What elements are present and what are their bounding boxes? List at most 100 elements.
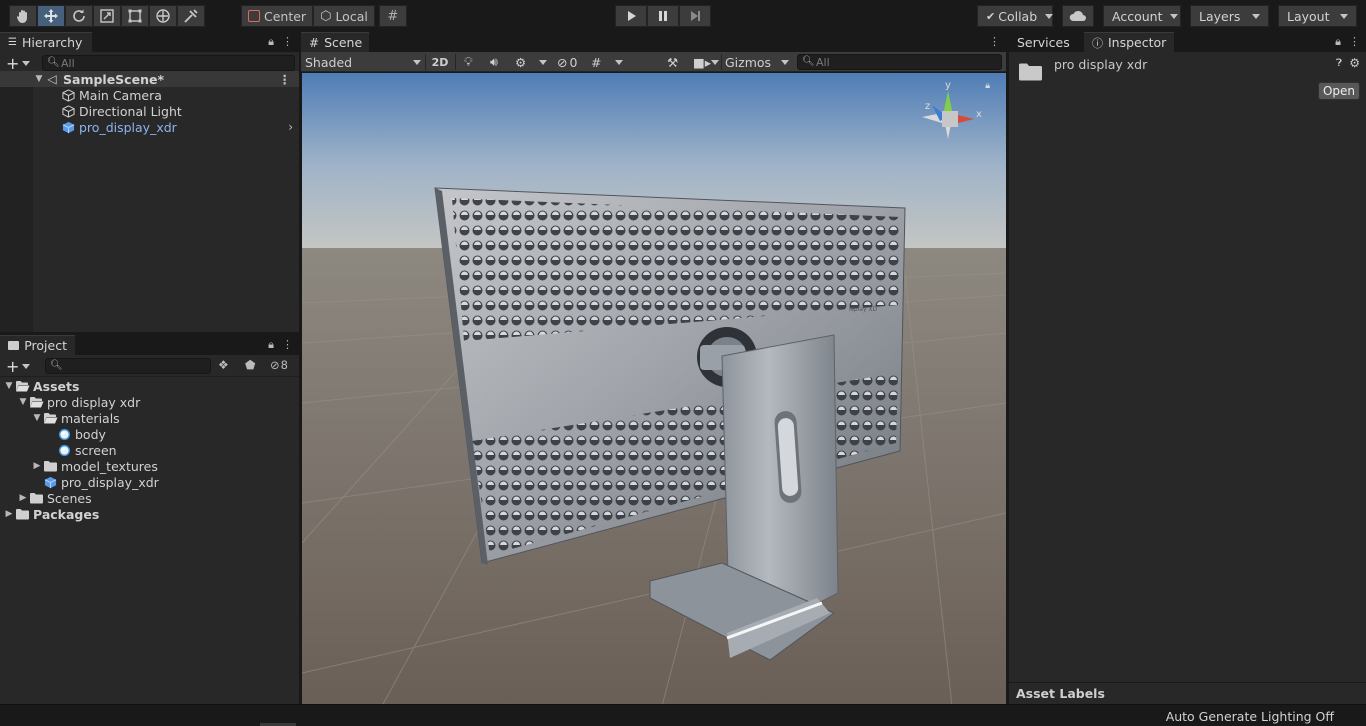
layers-dropdown[interactable]: Layers [1190, 5, 1269, 27]
pivot-mode-button[interactable]: Center [241, 5, 314, 27]
more-options-icon[interactable]: ⋮ [989, 35, 1000, 48]
project-subbar: + 🔍︎ ❖ ⬟ ⊘ 8 [0, 355, 299, 377]
asset-labels-title: Asset Labels [1016, 686, 1105, 701]
search-by-type-icon[interactable]: ❖ [218, 358, 229, 372]
project-tree-item[interactable]: body [0, 426, 299, 442]
expanded-arrow-icon[interactable]: ▼ [4, 381, 14, 391]
eye-slash-icon: ⊘ [270, 358, 280, 372]
gameobject-icon [60, 88, 76, 102]
tab-scene[interactable]: # Scene [301, 32, 369, 52]
tab-hierarchy[interactable]: ☰ Hierarchy [0, 32, 92, 52]
open-button[interactable]: Open [1318, 82, 1360, 100]
effects-dropdown[interactable] [539, 52, 547, 72]
hierarchy-item[interactable]: pro_display_xdr › [0, 119, 299, 135]
move-tool-button[interactable] [37, 5, 65, 27]
lighting-toggle[interactable]: 💡︎ [464, 52, 473, 72]
step-button[interactable] [679, 5, 711, 27]
rotate-tool-button[interactable] [65, 5, 93, 27]
tab-project[interactable]: Project [0, 335, 75, 355]
folder-open-icon [42, 411, 58, 425]
lightbulb-icon: 💡︎ [464, 54, 473, 69]
transform-tool-button[interactable] [149, 5, 177, 27]
scale-tool-button[interactable] [93, 5, 121, 27]
project-tree-item[interactable]: screen [0, 442, 299, 458]
scene-viewport[interactable]: isplay XD y x z 🔒︎ [302, 73, 1006, 706]
status-text[interactable]: Auto Generate Lighting Off [1166, 709, 1334, 724]
shading-mode-dropdown[interactable]: Shaded [305, 52, 421, 72]
tab-inspector[interactable]: ⓘ Inspector [1084, 32, 1174, 52]
project-tree-item[interactable]: ▶ model_textures [0, 458, 299, 474]
pause-button[interactable] [647, 5, 679, 27]
collab-dropdown[interactable]: ✔ Collab [977, 5, 1054, 27]
2d-label: 2D [431, 55, 449, 69]
project-tabbar: Project 🔒︎ ⋮ [0, 335, 299, 355]
gizmos-dropdown[interactable]: Gizmos [725, 52, 789, 72]
search-by-label-icon[interactable]: ⬟ [245, 358, 255, 372]
audio-toggle[interactable]: 🔊︎ [490, 52, 498, 72]
grid-toggle[interactable]: # [591, 52, 601, 72]
project-tree-item[interactable]: ▶ Scenes [0, 490, 299, 506]
camera-settings-button[interactable]: ■▸ [693, 52, 711, 72]
rect-tool-button[interactable] [121, 5, 149, 27]
expanded-arrow-icon[interactable]: ▼ [18, 397, 28, 407]
layout-dropdown[interactable]: Layout [1278, 5, 1357, 27]
main-toolbar: Center ⬡ Local # ✔ Collab Account Layers… [0, 0, 1366, 32]
play-button[interactable] [615, 5, 647, 27]
more-options-icon[interactable]: ⋮ [1349, 35, 1360, 49]
folder-open-icon [14, 379, 30, 393]
project-tree-item[interactable]: pro_display_xdr [0, 474, 299, 490]
2d-mode-toggle[interactable]: 2D [429, 52, 451, 72]
scene-hidden-count: 0 [569, 54, 578, 70]
pivot-space-button[interactable]: ⬡ Local [313, 5, 375, 27]
collapsed-arrow-icon[interactable]: ▶ [4, 509, 14, 519]
lock-icon[interactable]: 🔒︎ [268, 338, 274, 352]
grid-dropdown[interactable] [615, 52, 623, 72]
lock-icon[interactable]: 🔒︎ [985, 81, 990, 91]
camera-dropdown[interactable] [711, 52, 719, 72]
hierarchy-item[interactable]: Main Camera [0, 87, 299, 103]
project-tree-item[interactable]: ▼ Assets [0, 378, 299, 394]
collapsed-arrow-icon[interactable]: ▶ [32, 461, 42, 471]
asset-labels-header[interactable]: Asset Labels [1009, 682, 1366, 704]
scene-search-input[interactable]: 🔍︎ All [797, 54, 1002, 70]
project-tree-item-label: body [75, 426, 106, 442]
tab-services[interactable]: Services [1009, 32, 1084, 52]
pivot-space-label: Local [335, 8, 368, 24]
project-search-input[interactable]: 🔍︎ [45, 358, 211, 374]
folder-tab-icon [8, 341, 20, 350]
info-icon: ⓘ [1092, 36, 1103, 50]
more-options-icon[interactable]: ⋮ [282, 338, 293, 352]
folder-open-icon [28, 395, 44, 409]
hidden-objects-toggle[interactable]: ⊘ 0 [557, 52, 577, 72]
project-tree-item[interactable]: ▼ pro display xdr [0, 394, 299, 410]
chevron-right-icon[interactable]: › [288, 120, 293, 134]
more-options-icon[interactable]: ⋮ [279, 72, 292, 87]
project-tab-icons: 🔒︎ ⋮ [268, 338, 293, 352]
create-asset-dropdown[interactable]: + [6, 357, 31, 376]
settings-gear-icon[interactable]: ⚙ [1349, 56, 1360, 70]
scene-row[interactable]: ▼ ◁ SampleScene* ⋮ [0, 71, 299, 87]
cloud-button[interactable] [1062, 5, 1094, 27]
hierarchy-item[interactable]: Directional Light [0, 103, 299, 119]
collapsed-arrow-icon[interactable]: ▶ [18, 493, 28, 503]
effects-toggle[interactable]: ⚙ [515, 52, 526, 72]
hierarchy-search-input[interactable]: 🔍︎ All [42, 55, 295, 71]
scene-tools-button[interactable]: ⚒ [667, 52, 678, 72]
lock-icon[interactable]: 🔒︎ [1335, 35, 1341, 49]
expanded-arrow-icon[interactable]: ▼ [32, 413, 42, 423]
project-tree-item[interactable]: ▶ Packages [0, 506, 299, 522]
account-dropdown[interactable]: Account [1103, 5, 1181, 27]
custom-tool-button[interactable] [177, 5, 205, 27]
hand-tool-button[interactable] [9, 5, 37, 27]
grid-icon: # [591, 54, 602, 70]
expanded-arrow-icon[interactable]: ▼ [34, 74, 44, 84]
hierarchy-tab-label: Hierarchy [21, 35, 83, 50]
help-icon[interactable]: ❓︎ [1336, 58, 1342, 69]
move-icon [44, 9, 58, 23]
project-tree-item[interactable]: ▼ materials [0, 410, 299, 426]
hidden-packages-toggle[interactable]: ⊘ 8 [270, 358, 288, 372]
lock-icon[interactable]: 🔒︎ [268, 35, 274, 49]
more-options-icon[interactable]: ⋮ [282, 35, 293, 49]
grid-snap-button[interactable]: # [378, 5, 407, 27]
orientation-gizmo[interactable]: y x z 🔒︎ [916, 79, 990, 155]
